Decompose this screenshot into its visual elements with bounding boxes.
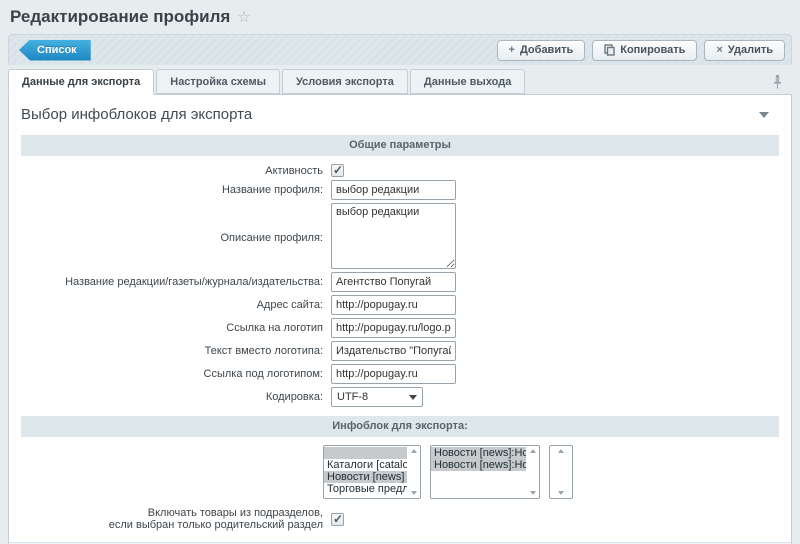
include-subsections-checkbox[interactable] xyxy=(331,513,344,526)
toolbar-actions: + Добавить Копировать × Удалить xyxy=(497,40,785,61)
field-row-publisher-name: Название редакции/газеты/журнала/издател… xyxy=(21,272,779,292)
profile-name-label: Название профиля: xyxy=(21,180,331,200)
encoding-label: Кодировка: xyxy=(21,387,331,407)
site-address-input[interactable] xyxy=(331,295,456,315)
back-to-list-button[interactable]: Список xyxy=(19,40,91,61)
x-icon: × xyxy=(716,44,722,56)
field-row-encoding: Кодировка: UTF-8 xyxy=(21,387,779,407)
scroll-up-icon[interactable] xyxy=(530,449,536,453)
encoding-select-value: UTF-8 xyxy=(337,391,368,403)
section-title: Выбор инфоблоков для экспорта xyxy=(21,106,252,123)
plus-icon: + xyxy=(509,44,515,56)
tabbar: Данные для экспорта Настройка схемы Усло… xyxy=(8,69,792,94)
publisher-name-input[interactable] xyxy=(331,272,456,292)
list-item[interactable]: Каталоги [catalog] xyxy=(324,459,407,471)
iblock-chosen-listbox[interactable]: Новости [news]:Новости [1] Новости [news… xyxy=(430,445,540,499)
field-row-profile-name: Название профиля: xyxy=(21,180,779,200)
general-params-header: Общие параметры xyxy=(21,135,779,156)
form-content: Выбор инфоблоков для экспорта Общие пара… xyxy=(8,94,792,542)
scrollbar[interactable] xyxy=(550,446,572,498)
section-head: Выбор инфоблоков для экспорта xyxy=(9,95,791,133)
profile-description-label: Описание профиля: xyxy=(21,228,331,244)
publisher-name-label: Название редакции/газеты/журнала/издател… xyxy=(21,272,331,292)
iblock-extra-listbox[interactable] xyxy=(549,445,573,499)
logo-link-label: Ссылка на логотип xyxy=(21,318,331,338)
list-item[interactable] xyxy=(324,447,407,459)
activity-checkbox[interactable] xyxy=(331,164,344,177)
favorite-star-icon[interactable]: ☆ xyxy=(237,10,250,25)
iblock-lists: Каталоги [catalog] Новости [news] Торгов… xyxy=(323,445,779,499)
delete-button-label: Удалить xyxy=(728,44,773,56)
encoding-select[interactable]: UTF-8 xyxy=(331,387,423,407)
toolbar: Список + Добавить Копировать × Удалить xyxy=(8,34,792,65)
include-subsections-label: Включать товары из подразделов, если выб… xyxy=(21,507,331,531)
field-row-logo-text: Текст вместо логотипа: xyxy=(21,341,779,361)
scroll-up-icon[interactable] xyxy=(411,449,417,453)
tab-export-conditions[interactable]: Условия экспорта xyxy=(282,69,408,94)
logo-text-input[interactable] xyxy=(331,341,456,361)
activity-label: Активность xyxy=(21,165,331,177)
page-title: Редактирование профиля xyxy=(10,7,230,27)
include-subsections-label-line2: если выбран только родительский раздел xyxy=(21,519,323,531)
field-row-logo-url: Ссылка под логотипом: xyxy=(21,364,779,384)
iblock-available-options: Каталоги [catalog] Новости [news] Торгов… xyxy=(324,446,407,498)
profile-name-input[interactable] xyxy=(331,180,456,200)
field-row-include-subsections: Включать товары из подразделов, если выб… xyxy=(21,507,779,531)
list-item[interactable]: Новости [news] xyxy=(324,471,407,483)
profile-description-textarea[interactable]: выбор редакции xyxy=(331,203,456,269)
scroll-down-icon[interactable] xyxy=(530,491,536,495)
scroll-down-icon[interactable] xyxy=(558,491,564,495)
field-row-profile-description: Описание профиля: выбор редакции xyxy=(21,203,779,269)
scrollbar[interactable] xyxy=(407,446,420,498)
add-button[interactable]: + Добавить xyxy=(497,40,586,61)
logo-url-input[interactable] xyxy=(331,364,456,384)
pin-icon[interactable] xyxy=(773,75,782,92)
copy-button[interactable]: Копировать xyxy=(592,40,697,61)
collapse-arrow-icon[interactable] xyxy=(759,112,769,118)
scroll-up-icon[interactable] xyxy=(558,449,564,453)
iblock-available-listbox[interactable]: Каталоги [catalog] Новости [news] Торгов… xyxy=(323,445,421,499)
iblock-header: Инфоблок для экспорта: xyxy=(21,416,779,437)
logo-url-label: Ссылка под логотипом: xyxy=(21,364,331,384)
tab-export-data[interactable]: Данные для экспорта xyxy=(8,69,154,95)
tab-scheme-settings[interactable]: Настройка схемы xyxy=(156,69,280,94)
list-item[interactable]: Новости [news]:Новости [7] xyxy=(431,459,526,471)
iblock-chosen-options: Новости [news]:Новости [1] Новости [news… xyxy=(431,446,526,498)
site-address-label: Адрес сайта: xyxy=(21,295,331,315)
list-item[interactable]: Новости [news]:Новости [1] xyxy=(431,447,526,459)
field-row-activity: Активность xyxy=(21,164,779,177)
delete-button[interactable]: × Удалить xyxy=(704,40,785,61)
logo-text-label: Текст вместо логотипа: xyxy=(21,341,331,361)
field-row-logo-link: Ссылка на логотип xyxy=(21,318,779,338)
include-subsections-label-line1: Включать товары из подразделов, xyxy=(21,507,323,519)
add-button-label: Добавить xyxy=(520,44,573,56)
field-row-site-address: Адрес сайта: xyxy=(21,295,779,315)
titlebar: Редактирование профиля ☆ xyxy=(8,5,792,34)
tab-output-data[interactable]: Данные выхода xyxy=(410,69,525,94)
admin-page: Редактирование профиля ☆ Список + Добави… xyxy=(0,0,800,544)
copy-button-label: Копировать xyxy=(620,44,685,56)
scroll-down-icon[interactable] xyxy=(411,491,417,495)
list-item[interactable]: Торговые предложения [offers] xyxy=(324,483,407,495)
copy-icon xyxy=(604,44,615,56)
scrollbar[interactable] xyxy=(526,446,539,498)
chevron-down-icon xyxy=(409,395,417,400)
form-area: Общие параметры Активность Название проф… xyxy=(9,133,791,542)
logo-link-input[interactable] xyxy=(331,318,456,338)
